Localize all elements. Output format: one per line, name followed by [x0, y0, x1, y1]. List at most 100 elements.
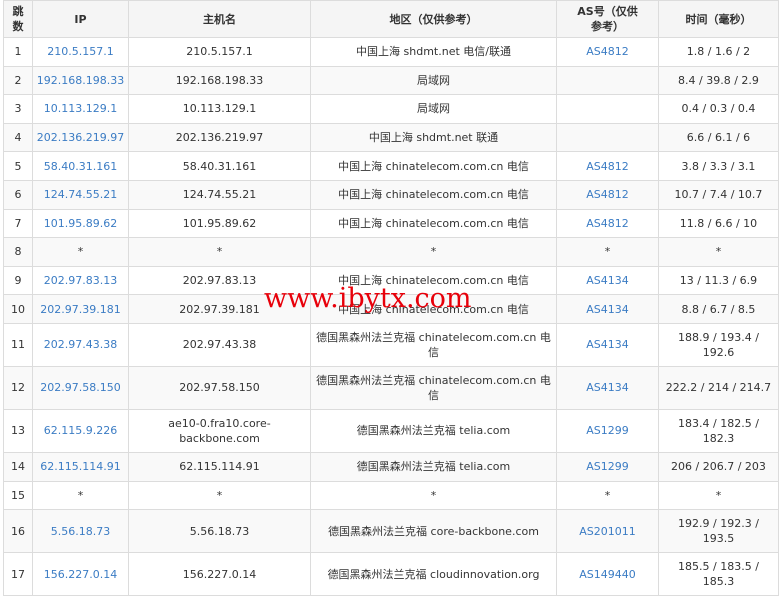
hop-cell: 14 — [3, 451, 33, 482]
time-cell: 222.2 / 214 / 214.7 — [658, 365, 779, 410]
ip-link: * — [32, 480, 129, 511]
hostname-cell: 10.113.129.1 — [128, 94, 311, 124]
hostname-cell: 62.115.114.91 — [128, 451, 311, 482]
time-cell: 6.6 / 6.1 / 6 — [658, 122, 779, 153]
region-cell: 中国上海 shdmt.net 联通 — [310, 122, 557, 153]
time-cell: 8.4 / 39.8 / 2.9 — [658, 65, 779, 96]
hostname-cell: 202.97.58.150 — [128, 365, 311, 410]
region-cell: * — [310, 480, 557, 511]
as-link[interactable]: AS1299 — [556, 408, 659, 453]
as-link: * — [556, 480, 659, 511]
hop-cell: 12 — [3, 365, 33, 410]
hop-cell: 3 — [3, 94, 33, 124]
table-header-row: 跳数 IP 主机名 地区（仅供参考） AS号（仅供参考） 时间（毫秒） — [3, 0, 779, 38]
time-cell: * — [658, 237, 779, 267]
as-link[interactable]: AS149440 — [556, 552, 659, 597]
as-link — [556, 94, 659, 124]
hostname-cell: * — [128, 237, 311, 267]
ip-link[interactable]: 58.40.31.161 — [32, 151, 129, 181]
ip-link[interactable]: 202.136.219.97 — [32, 122, 129, 153]
hop-cell: 16 — [3, 509, 33, 554]
hostname-cell: * — [128, 480, 311, 511]
as-link — [556, 122, 659, 153]
as-link[interactable]: AS4134 — [556, 265, 659, 296]
as-link[interactable]: AS4812 — [556, 179, 659, 210]
time-cell: 0.4 / 0.3 / 0.4 — [658, 94, 779, 124]
hostname-cell: 192.168.198.33 — [128, 65, 311, 96]
table-row: 12 202.97.58.150 202.97.58.150 德国黑森州法兰克福 ch… — [3, 365, 779, 410]
ip-link[interactable]: 62.115.114.91 — [32, 451, 129, 482]
time-cell: 185.5 / 183.5 / 185.3 — [658, 552, 779, 597]
region-cell: 中国上海 shdmt.net 电信/联通 — [310, 37, 557, 67]
time-cell: * — [658, 480, 779, 511]
hostname-cell: 210.5.157.1 — [128, 37, 311, 67]
region-cell: 德国黑森州法兰克福 core-backbone.com — [310, 509, 557, 554]
ip-link[interactable]: 202.97.58.150 — [32, 365, 129, 410]
as-link[interactable]: AS4134 — [556, 322, 659, 367]
region-cell: 中国上海 chinatelecom.com.cn 电信 — [310, 208, 557, 239]
time-cell: 183.4 / 182.5 / 182.3 — [658, 408, 779, 453]
ip-link[interactable]: 10.113.129.1 — [32, 94, 129, 124]
region-cell: 德国黑森州法兰克福 chinatelecom.com.cn 电信 — [310, 322, 557, 367]
header-as: AS号（仅供参考） — [556, 0, 659, 38]
hop-cell: 9 — [3, 265, 33, 296]
table-row: 17 156.227.0.14 156.227.0.14 德国黑森州法兰克福 clou… — [3, 552, 779, 597]
header-time: 时间（毫秒） — [658, 0, 779, 38]
region-cell: 德国黑森州法兰克福 chinatelecom.com.cn 电信 — [310, 365, 557, 410]
hop-cell: 5 — [3, 151, 33, 181]
as-link: * — [556, 237, 659, 267]
region-cell: 局域网 — [310, 65, 557, 96]
ip-link[interactable]: 202.97.83.13 — [32, 265, 129, 296]
hostname-cell: 5.56.18.73 — [128, 509, 311, 554]
ip-link[interactable]: 62.115.9.226 — [32, 408, 129, 453]
time-cell: 11.8 / 6.6 / 10 — [658, 208, 779, 239]
table-row: 5 58.40.31.161 58.40.31.161 中国上海 chinatelec… — [3, 151, 779, 181]
as-link[interactable]: AS4134 — [556, 365, 659, 410]
as-link — [556, 65, 659, 96]
hop-cell: 7 — [3, 208, 33, 239]
region-cell: * — [310, 237, 557, 267]
as-link[interactable]: AS4812 — [556, 37, 659, 67]
as-link[interactable]: AS1299 — [556, 451, 659, 482]
hop-cell: 11 — [3, 322, 33, 367]
region-cell: 德国黑森州法兰克福 telia.com — [310, 408, 557, 453]
hop-cell: 10 — [3, 294, 33, 324]
table-row: 16 5.56.18.73 5.56.18.73 德国黑森州法兰克福 core-bac… — [3, 509, 779, 554]
ip-link[interactable]: 202.97.39.181 — [32, 294, 129, 324]
as-link[interactable]: AS4812 — [556, 151, 659, 181]
hostname-cell: ae10-0.fra10.core-backbone.com — [128, 408, 311, 453]
hop-cell: 13 — [3, 408, 33, 453]
time-cell: 13 / 11.3 / 6.9 — [658, 265, 779, 296]
table-row: 15 * * * * * — [3, 480, 779, 511]
table-row: 13 62.115.9.226 ae10-0.fra10.core-backbone… — [3, 408, 779, 453]
ip-link[interactable]: 5.56.18.73 — [32, 509, 129, 554]
ip-link[interactable]: 124.74.55.21 — [32, 179, 129, 210]
ip-link[interactable]: 192.168.198.33 — [32, 65, 129, 96]
hostname-cell: 124.74.55.21 — [128, 179, 311, 210]
ip-link: * — [32, 237, 129, 267]
region-cell: 局域网 — [310, 94, 557, 124]
time-cell: 10.7 / 7.4 / 10.7 — [658, 179, 779, 210]
as-link[interactable]: AS201011 — [556, 509, 659, 554]
table-row: 7 101.95.89.62 101.95.89.62 中国上海 chinatelec… — [3, 208, 779, 239]
as-link[interactable]: AS4812 — [556, 208, 659, 239]
ip-link[interactable]: 156.227.0.14 — [32, 552, 129, 597]
as-link[interactable]: AS4134 — [556, 294, 659, 324]
time-cell: 8.8 / 6.7 / 8.5 — [658, 294, 779, 324]
header-hostname: 主机名 — [128, 0, 311, 38]
time-cell: 192.9 / 192.3 / 193.5 — [658, 509, 779, 554]
table-row: 4 202.136.219.97 202.136.219.97 中国上海 shdmt.… — [3, 122, 779, 153]
hop-cell: 1 — [3, 37, 33, 67]
ip-link[interactable]: 210.5.157.1 — [32, 37, 129, 67]
time-cell: 3.8 / 3.3 / 3.1 — [658, 151, 779, 181]
hop-cell: 2 — [3, 65, 33, 96]
region-cell: 中国上海 chinatelecom.com.cn 电信 — [310, 179, 557, 210]
hostname-cell: 202.97.43.38 — [128, 322, 311, 367]
ip-link[interactable]: 202.97.43.38 — [32, 322, 129, 367]
header-hop: 跳数 — [3, 0, 33, 38]
ip-link[interactable]: 101.95.89.62 — [32, 208, 129, 239]
region-cell: 中国上海 chinatelecom.com.cn 电信 — [310, 151, 557, 181]
time-cell: 206 / 206.7 / 203 — [658, 451, 779, 482]
hostname-cell: 101.95.89.62 — [128, 208, 311, 239]
hostname-cell: 202.136.219.97 — [128, 122, 311, 153]
